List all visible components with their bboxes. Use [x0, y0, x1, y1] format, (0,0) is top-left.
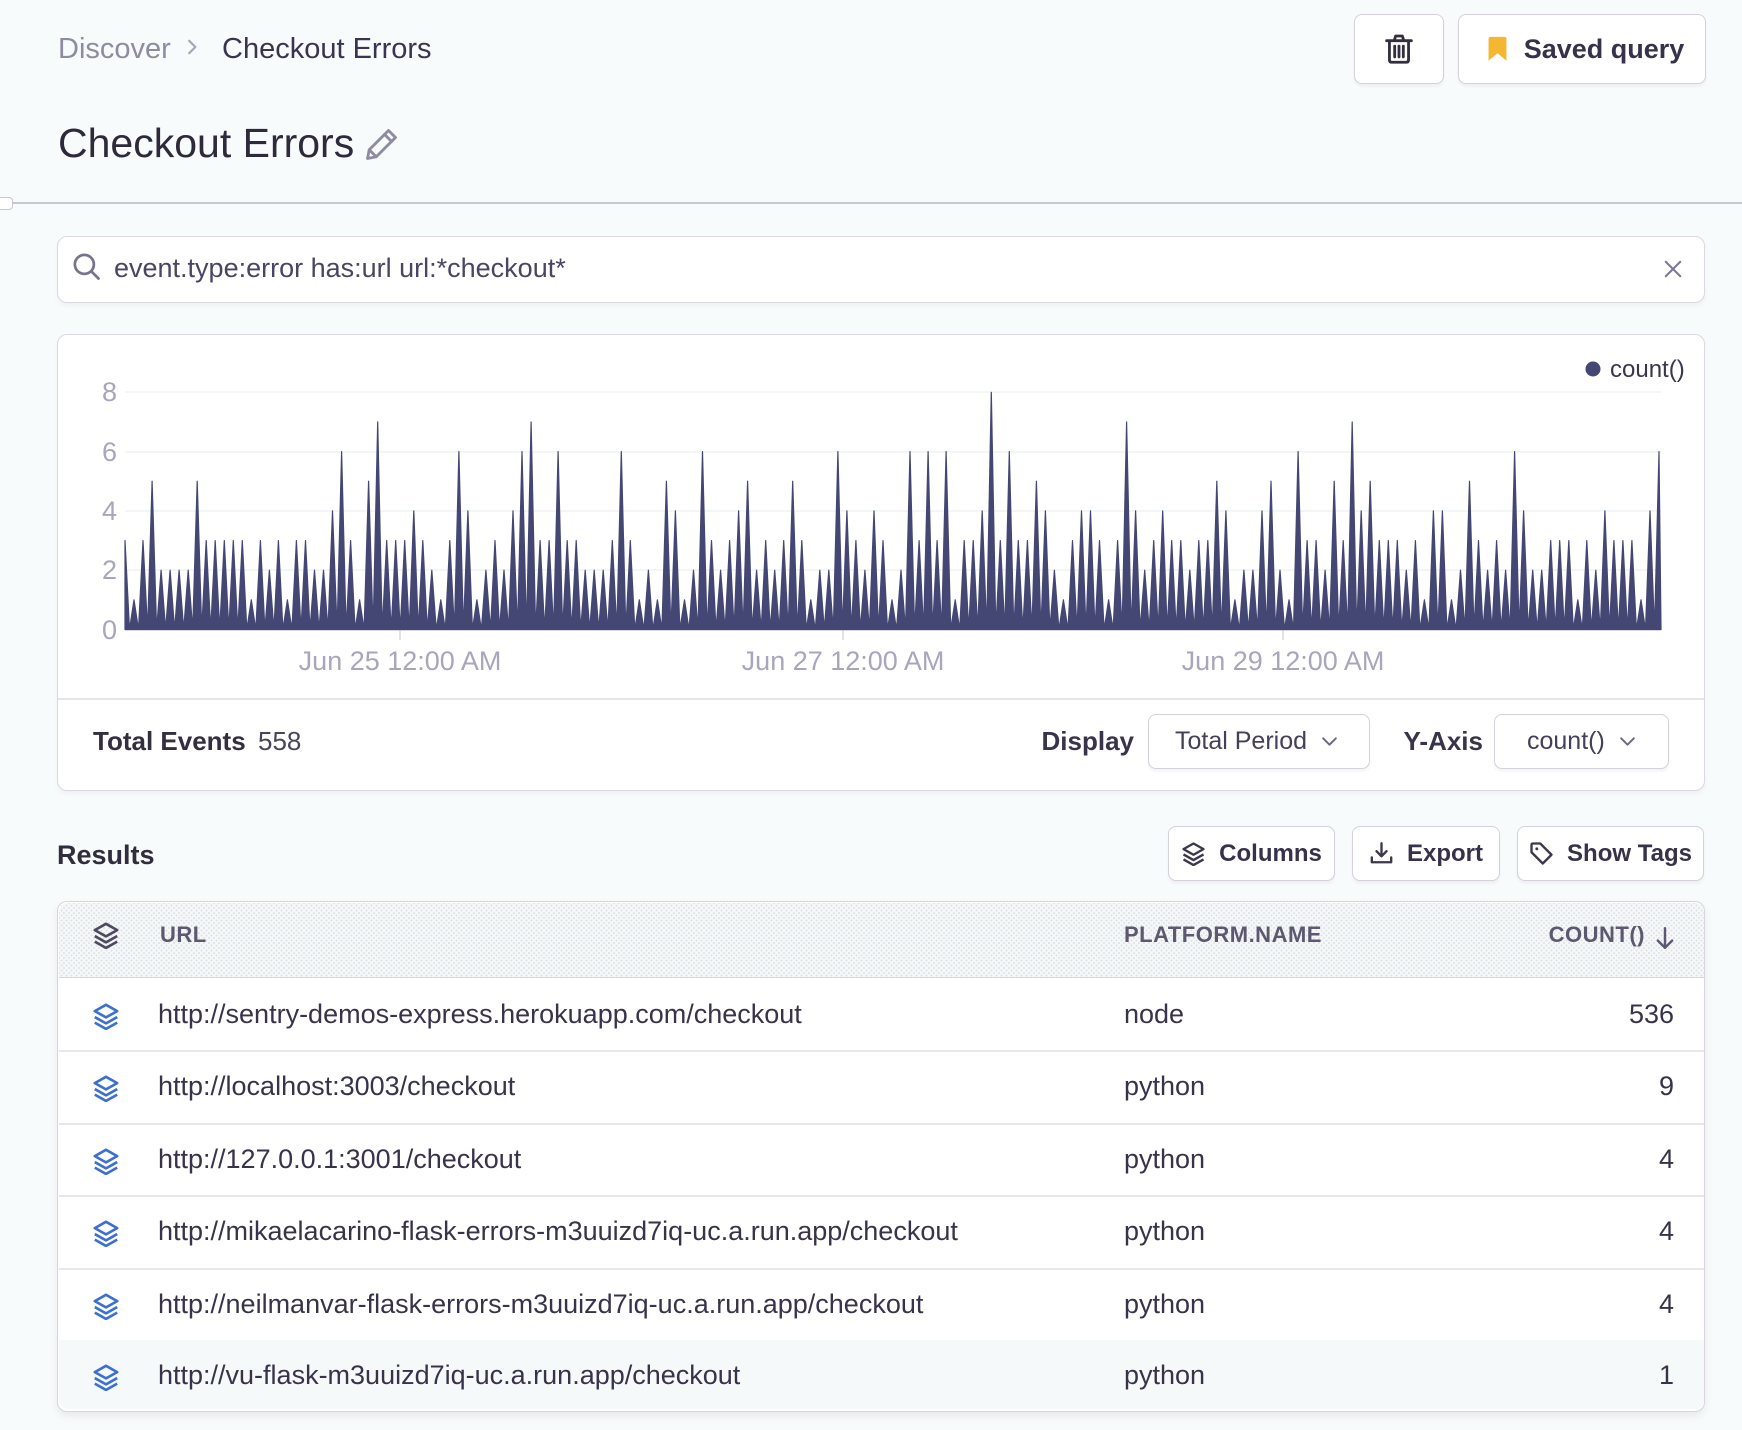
svg-text:Jun 29 12:00 AM: Jun 29 12:00 AM: [1182, 646, 1385, 676]
svg-text:0: 0: [102, 615, 117, 645]
svg-text:6: 6: [102, 437, 117, 467]
svg-text:4: 4: [102, 496, 117, 526]
svg-text:2: 2: [102, 555, 117, 585]
svg-text:Jun 25 12:00 AM: Jun 25 12:00 AM: [299, 646, 502, 676]
svg-text:8: 8: [102, 377, 117, 407]
svg-text:Jun 27 12:00 AM: Jun 27 12:00 AM: [742, 646, 945, 676]
svg-text:count(): count(): [1610, 356, 1685, 383]
